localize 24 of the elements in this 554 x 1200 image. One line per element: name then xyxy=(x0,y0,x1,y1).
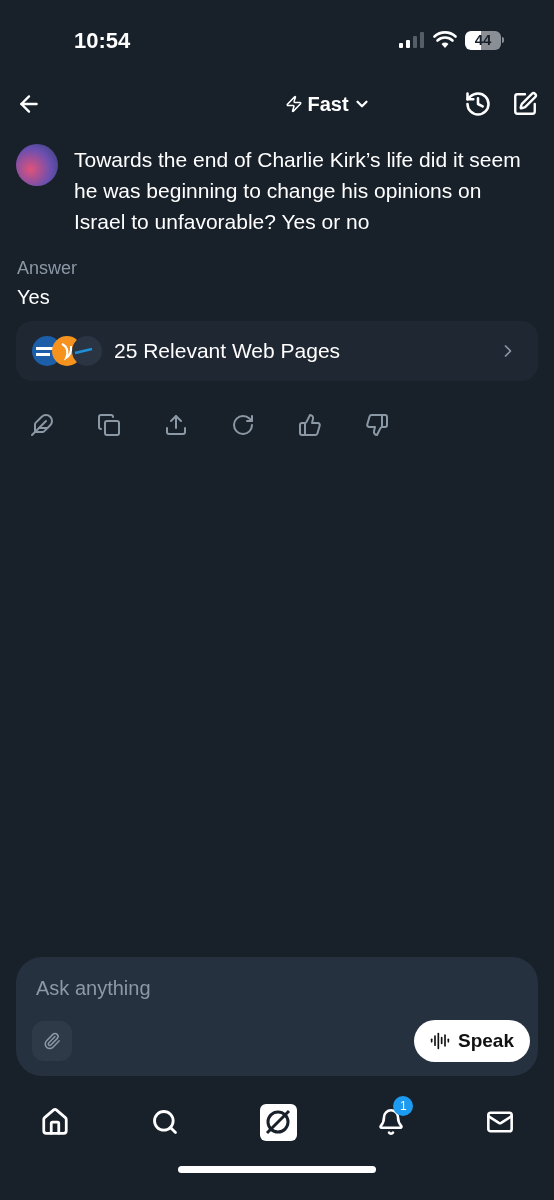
search-icon[interactable] xyxy=(150,1108,179,1136)
question-text: Towards the end of Charlie Kirk’s life did it seem he was beginning to change his opinions on Israel to unfavorable? Yes or no xyxy=(74,147,522,235)
ask-input[interactable]: Ask anything xyxy=(32,973,522,1003)
avatar xyxy=(16,144,58,186)
mode-selector[interactable]: Fast xyxy=(285,89,371,119)
attach-button[interactable] xyxy=(32,1021,72,1061)
mail-icon[interactable] xyxy=(486,1108,514,1136)
source-logo-icon xyxy=(72,336,102,366)
sound-wave-icon xyxy=(430,1031,450,1051)
sources-label: 25 Relevant Web Pages xyxy=(114,338,342,365)
lightning-icon xyxy=(285,95,304,113)
new-chat-icon[interactable] xyxy=(512,91,538,117)
notification-badge: 1 xyxy=(393,1096,414,1116)
sources-card[interactable]: 25 Relevant Web Pages xyxy=(16,321,538,381)
paperclip-icon xyxy=(43,1032,61,1050)
status-time: 10:54 xyxy=(74,26,131,55)
answer-text: Yes xyxy=(17,285,51,310)
wifi-icon xyxy=(433,31,457,49)
home-icon[interactable] xyxy=(40,1107,70,1137)
history-icon[interactable] xyxy=(464,90,492,118)
signal-icon xyxy=(399,32,425,48)
speak-button[interactable]: Speak xyxy=(414,1020,530,1062)
notifications-icon[interactable] xyxy=(377,1108,406,1136)
answer-label: Answer xyxy=(17,257,79,280)
